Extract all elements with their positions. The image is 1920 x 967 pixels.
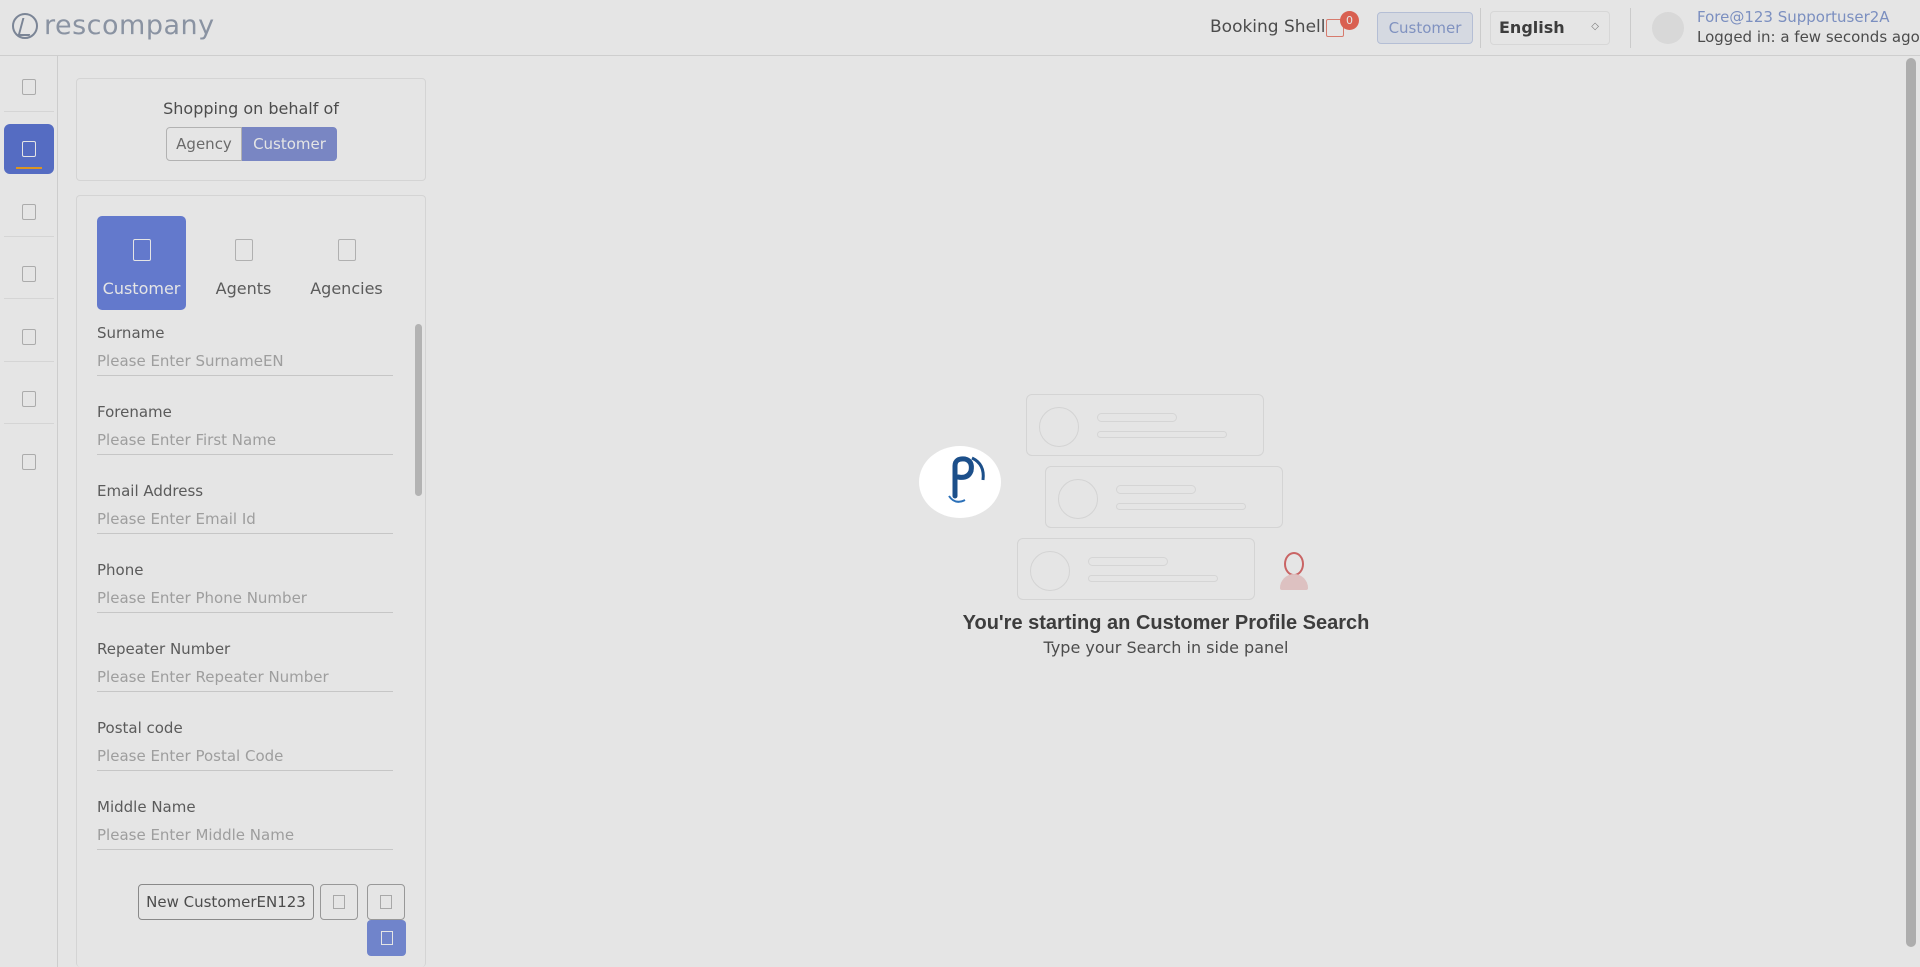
loading-spinner-icon — [919, 446, 1001, 518]
